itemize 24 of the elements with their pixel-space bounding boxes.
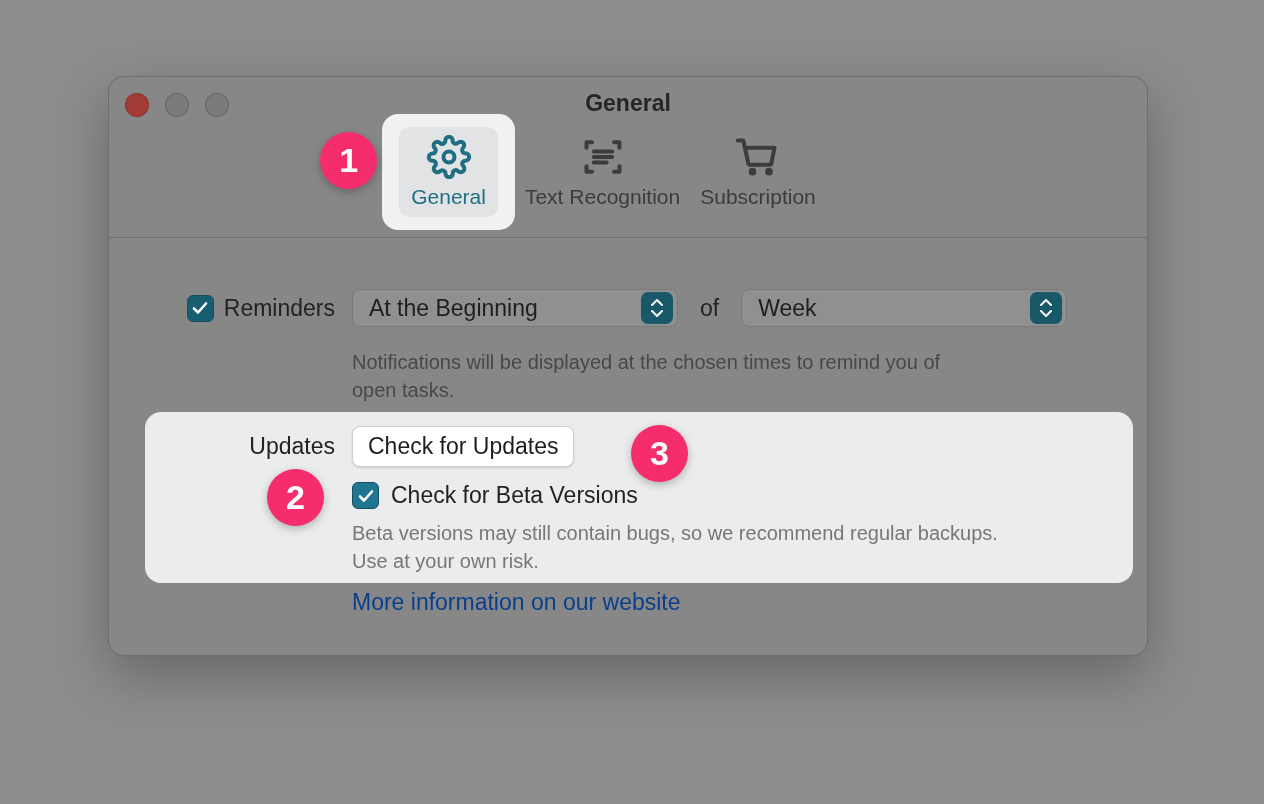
- stepper-icon: [641, 292, 673, 324]
- stepper-icon: [1030, 292, 1063, 324]
- window-title: General: [585, 90, 671, 117]
- checkbox[interactable]: [186, 294, 214, 322]
- gear-icon: [425, 135, 472, 179]
- hint-text: Beta versions may still contain bugs, so we recommend regular backups. Use at your own risk.: [352, 521, 999, 574]
- step-badge: 3: [631, 425, 688, 482]
- timing-popup[interactable]: At the Beginning: [352, 289, 678, 327]
- connector-text: of: [700, 294, 720, 322]
- close-window-button[interactable]: [125, 93, 149, 117]
- hint-text: Notifications will be displayed at the chosen times to remind you of open tasks.: [352, 350, 942, 403]
- period-popup[interactable]: Week: [741, 289, 1068, 327]
- zoom-window-button[interactable]: [205, 93, 229, 117]
- step-badge: 2: [267, 469, 324, 526]
- field-label: Reminders: [223, 294, 335, 322]
- toolbar-tab[interactable]: General: [399, 127, 498, 217]
- check-updates-button[interactable]: Check for Updates: [352, 425, 575, 467]
- field-label: Updates: [249, 432, 335, 460]
- checkmark-icon: [191, 299, 210, 317]
- website-link[interactable]: More information on our website: [352, 589, 681, 615]
- checkbox[interactable]: [352, 482, 379, 509]
- minimize-window-button[interactable]: [165, 93, 189, 117]
- checkbox-label: Check for Beta Versions: [391, 482, 638, 509]
- step-badge: 1: [320, 132, 378, 189]
